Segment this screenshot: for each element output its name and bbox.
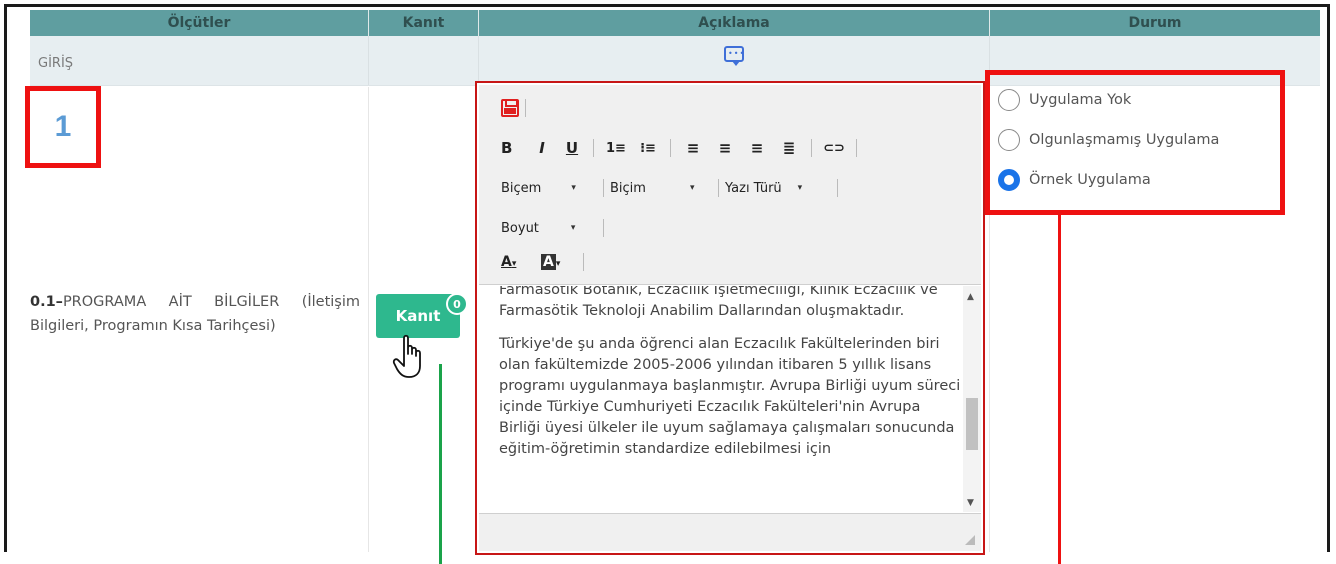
editor-scrollbar[interactable]: ▲ ▼ [963, 286, 981, 512]
radio-button[interactable] [998, 129, 1020, 151]
annotation-box: 1 [25, 86, 101, 168]
evidence-count-badge: 0 [446, 293, 468, 315]
radio-option-example[interactable]: Örnek Uygulama [998, 169, 1151, 191]
align-justify-icon[interactable]: ≣ [773, 139, 805, 157]
align-center-icon[interactable]: ≡ [709, 139, 741, 157]
radio-button[interactable] [998, 89, 1020, 111]
numbered-list-icon[interactable]: 1≡ [600, 141, 632, 156]
link-icon[interactable]: ⊂⊃ [818, 141, 850, 156]
align-right-icon[interactable]: ≡ [741, 139, 773, 157]
save-icon[interactable] [501, 99, 519, 117]
header-criteria: Ölçütler [30, 10, 369, 36]
red-connector-line [1058, 214, 1061, 564]
editor-toolbar: B I U 1≡ ⁝≡ ≡ ≡ ≡ ≣ ⊂⊃ Biçem ▾ Biçim ▾ Yaz… [479, 85, 981, 285]
italic-button[interactable]: I [527, 139, 557, 157]
editor-paragraph: Türkiye'de şu anda öğrenci alan Eczacılı… [499, 336, 961, 457]
rich-text-editor[interactable]: B I U 1≡ ⁝≡ ≡ ≡ ≡ ≣ ⊂⊃ Biçem ▾ Biçim ▾ Yaz… [475, 81, 985, 555]
align-left-icon[interactable]: ≡ [677, 139, 709, 157]
size-dropdown[interactable]: Boyut ▾ [501, 221, 603, 236]
scroll-up-icon[interactable]: ▲ [967, 292, 974, 302]
evidence-button-label: Kanıt [395, 307, 441, 325]
text-color-icon[interactable]: A▾ [501, 254, 541, 270]
radio-button-selected[interactable] [998, 169, 1020, 191]
radio-option-immature[interactable]: Olgunlaşmamış Uygulama [998, 129, 1219, 151]
radio-option-none[interactable]: Uygulama Yok [998, 89, 1131, 111]
header-status: Durum [1128, 15, 1182, 31]
header-evidence: Kanıt [369, 10, 479, 36]
underline-button[interactable]: U [557, 139, 587, 157]
criterion-text: 0.1–PROGRAMA AİT BİLGİLER (İletişim Bilg… [30, 290, 360, 338]
scroll-down-icon[interactable]: ▼ [967, 498, 974, 508]
green-connector-line [439, 364, 442, 564]
scroll-thumb[interactable] [966, 398, 978, 450]
criterion-code: 0.1– [30, 294, 63, 310]
table-header: Ölçütler Kanıt Açıklama Durum [30, 10, 1320, 36]
bold-button[interactable]: B [501, 139, 527, 157]
annotation-number: 1 [54, 110, 72, 143]
background-color-icon[interactable]: A ▾ [541, 254, 577, 270]
bulleted-list-icon[interactable]: ⁝≡ [632, 141, 664, 156]
editor-status-bar [479, 513, 981, 551]
editor-paragraph: Farmasötik Botanik, Eczacılık İşletmecil… [499, 286, 938, 319]
criterion-title: PROGRAMA AİT BİLGİLER (İletişim Bilgiler… [30, 294, 360, 334]
style-dropdown[interactable]: Biçem ▾ [501, 181, 603, 196]
resize-handle-icon[interactable] [965, 535, 975, 545]
format-dropdown[interactable]: Biçim ▾ [610, 181, 718, 196]
header-description: Açıklama [479, 10, 990, 36]
comment-icon[interactable]: ••• [724, 46, 744, 66]
editor-content[interactable]: Farmasötik Botanik, Eczacılık İşletmecil… [479, 286, 963, 512]
status-options-box: Uygulama Yok Olgunlaşmamış Uygulama Örne… [985, 70, 1285, 215]
hand-cursor-icon [392, 334, 421, 378]
section-label: GİRİŞ [38, 56, 74, 71]
font-dropdown[interactable]: Yazı Türü ▾ [725, 181, 837, 196]
